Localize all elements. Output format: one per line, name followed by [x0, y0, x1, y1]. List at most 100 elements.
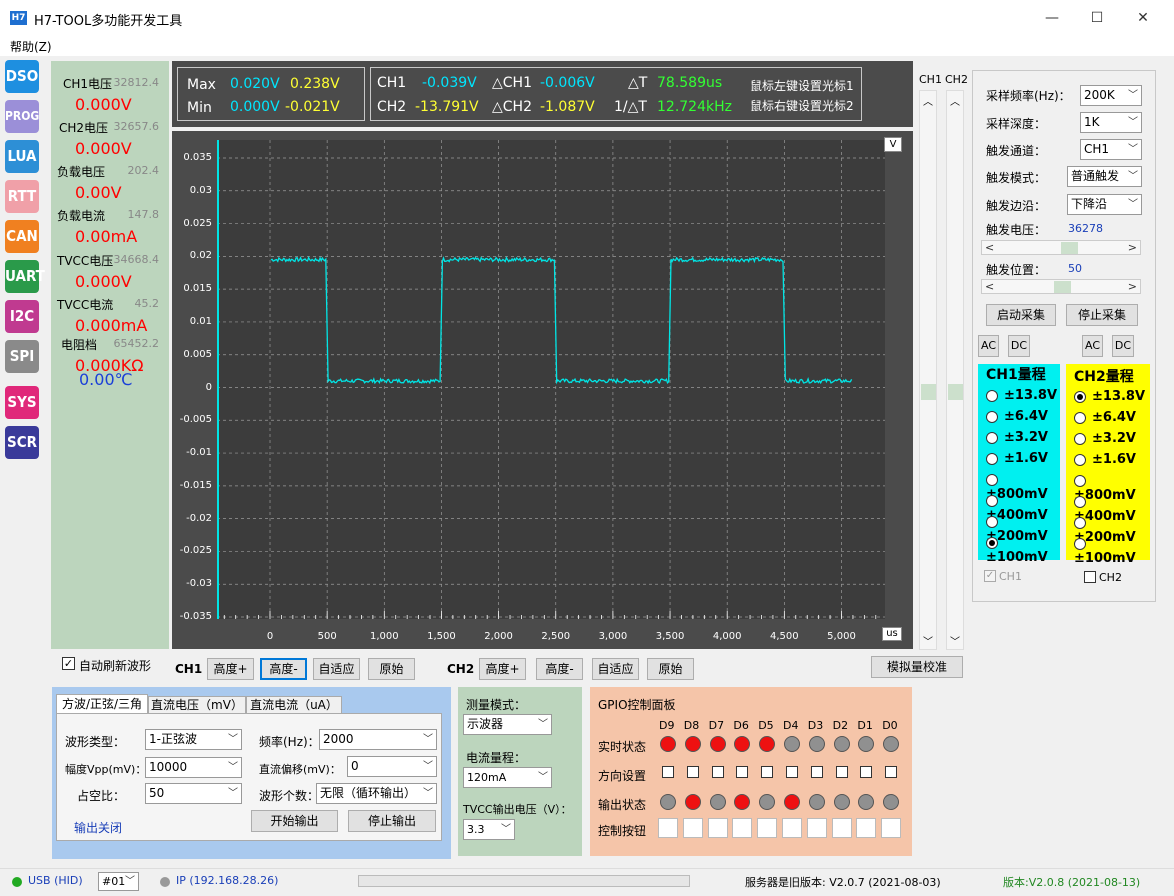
scope-plot-area[interactable]: [217, 140, 885, 619]
gpio-control-button[interactable]: [707, 818, 728, 838]
radio-button[interactable]: [1074, 537, 1086, 550]
calibrate-button[interactable]: 模拟量校准: [871, 656, 963, 678]
ch2-range-option[interactable]: ±3.2V: [1074, 431, 1136, 446]
duty-select[interactable]: 50 ﹀: [145, 783, 242, 804]
nav-rtt-button[interactable]: RTT: [5, 180, 39, 213]
gpio-output-led[interactable]: [833, 794, 850, 810]
radio-button[interactable]: [986, 536, 998, 549]
ch1-original-button[interactable]: 原始: [368, 658, 415, 680]
nav-sys-button[interactable]: SYS: [5, 386, 39, 419]
radio-button[interactable]: [1074, 432, 1086, 445]
gpio-control-button[interactable]: [881, 818, 902, 838]
trig-channel-select[interactable]: CH1 ﹀: [1080, 139, 1142, 160]
ch1-range-option[interactable]: ±6.4V: [986, 409, 1048, 424]
nav-lua-button[interactable]: LUA: [5, 140, 39, 173]
offset-select[interactable]: 0 ﹀: [347, 756, 437, 777]
device-select[interactable]: #01 ﹀: [98, 872, 139, 891]
measure-mode-select[interactable]: 示波器 ﹀: [463, 714, 552, 735]
minimize-button[interactable]: —: [1037, 6, 1067, 30]
count-select[interactable]: 无限（循环输出） ﹀: [316, 783, 437, 804]
start-capture-button[interactable]: 启动采集: [986, 304, 1056, 326]
gpio-output-led[interactable]: [660, 794, 676, 810]
ch1-range-option[interactable]: ±1.6V: [986, 451, 1048, 466]
radio-button[interactable]: [986, 410, 998, 423]
gpio-output-led[interactable]: [709, 794, 726, 810]
sample-rate-select[interactable]: 200K ﹀: [1080, 85, 1142, 106]
gpio-direction-checkbox[interactable]: [860, 766, 873, 778]
chevron-right-icon[interactable]: >: [1128, 280, 1137, 293]
ch2-range-option[interactable]: ±100mV: [1074, 536, 1150, 566]
gpio-control-button[interactable]: [757, 818, 778, 838]
gpio-output-led[interactable]: [684, 794, 701, 810]
gpio-control-button[interactable]: [831, 818, 852, 838]
radio-button[interactable]: [986, 431, 998, 444]
ch2-autofit-button[interactable]: 自适应: [592, 658, 639, 680]
nav-uart-button[interactable]: UART: [5, 260, 45, 293]
gpio-output-led[interactable]: [883, 794, 900, 810]
gpio-output-led[interactable]: [808, 794, 825, 810]
tab-dc-current[interactable]: 直流电流（uA）: [246, 696, 342, 714]
ch2-dc-button[interactable]: DC: [1112, 335, 1134, 357]
gpio-direction-checkbox[interactable]: [810, 766, 823, 778]
nav-spi-button[interactable]: SPI: [5, 340, 39, 373]
radio-button[interactable]: [986, 473, 998, 486]
nav-prog-button[interactable]: PROG: [5, 100, 39, 133]
gpio-control-button[interactable]: [806, 818, 827, 838]
ch2-range-option[interactable]: ±13.8V: [1074, 389, 1145, 404]
stop-output-button[interactable]: 停止输出: [348, 810, 436, 832]
gpio-control-button[interactable]: [856, 818, 877, 838]
ch1-range-option[interactable]: ±100mV: [986, 535, 1060, 565]
stop-capture-button[interactable]: 停止采集: [1066, 304, 1138, 326]
trig-edge-select[interactable]: 下降沿 ﹀: [1067, 194, 1142, 215]
ch1-ac-button[interactable]: AC: [978, 335, 999, 357]
radio-button[interactable]: [986, 389, 998, 402]
sample-depth-select[interactable]: 1K ﹀: [1080, 112, 1142, 133]
chevron-left-icon[interactable]: <: [985, 280, 994, 293]
ch1-range-option[interactable]: ±13.8V: [986, 388, 1057, 403]
radio-button[interactable]: [1074, 495, 1086, 508]
gpio-direction-checkbox[interactable]: [662, 766, 674, 778]
radio-button[interactable]: [1074, 474, 1086, 487]
gpio-direction-checkbox[interactable]: [786, 766, 798, 778]
ch2-checkbox[interactable]: [1084, 571, 1096, 583]
ch1-checkbox[interactable]: ✓: [984, 570, 996, 582]
start-output-button[interactable]: 开始输出: [251, 810, 338, 832]
nav-can-button[interactable]: CAN: [5, 220, 39, 253]
trig-mode-select[interactable]: 普通触发 ﹀: [1067, 166, 1142, 187]
ch1-dc-button[interactable]: DC: [1008, 335, 1030, 357]
ch1-range-option[interactable]: ±3.2V: [986, 430, 1048, 445]
gpio-control-button[interactable]: [682, 818, 703, 838]
nav-scr-button[interactable]: SCR: [5, 426, 39, 459]
ch1-height-minus-button[interactable]: 高度-: [260, 658, 307, 680]
gpio-direction-checkbox[interactable]: [885, 766, 898, 778]
close-button[interactable]: ✕: [1128, 6, 1158, 30]
current-range-select[interactable]: 120mA ﹀: [463, 767, 552, 788]
tab-dc-voltage[interactable]: 直流电压（mV）: [148, 696, 246, 714]
gpio-control-button[interactable]: [658, 818, 678, 838]
chevron-right-icon[interactable]: >: [1128, 241, 1137, 254]
tvcc-select[interactable]: 3.3 ﹀: [463, 819, 515, 840]
auto-refresh-checkbox[interactable]: ✓: [62, 657, 75, 670]
gpio-direction-checkbox[interactable]: [711, 766, 724, 778]
trig-pos-slider[interactable]: < >: [981, 279, 1141, 294]
radio-button[interactable]: [1074, 411, 1086, 424]
wave-type-select[interactable]: 1-正弦波 ﹀: [145, 729, 242, 750]
nav-i2c-button[interactable]: I2C: [5, 300, 39, 333]
menu-help[interactable]: 帮助(Z): [10, 38, 52, 55]
tab-wave[interactable]: 方波/正弦/三角: [56, 694, 148, 714]
gpio-output-led[interactable]: [734, 794, 751, 810]
ch1-autofit-button[interactable]: 自适应: [313, 658, 360, 680]
ch2-original-button[interactable]: 原始: [647, 658, 694, 680]
gpio-direction-checkbox[interactable]: [835, 766, 848, 778]
ch2-range-option[interactable]: ±1.6V: [1074, 452, 1136, 467]
gpio-output-led[interactable]: [858, 794, 875, 810]
ch2-range-option[interactable]: ±6.4V: [1074, 410, 1136, 425]
radio-button[interactable]: [1074, 390, 1086, 403]
radio-button[interactable]: [986, 515, 998, 528]
radio-button[interactable]: [986, 452, 998, 465]
ch1-height-plus-button[interactable]: 高度+: [207, 658, 254, 680]
ch2-height-minus-button[interactable]: 高度-: [536, 658, 583, 680]
nav-dso-button[interactable]: DSO: [5, 60, 39, 93]
gpio-output-led[interactable]: [784, 794, 800, 810]
trig-voltage-slider[interactable]: < >: [981, 240, 1141, 255]
